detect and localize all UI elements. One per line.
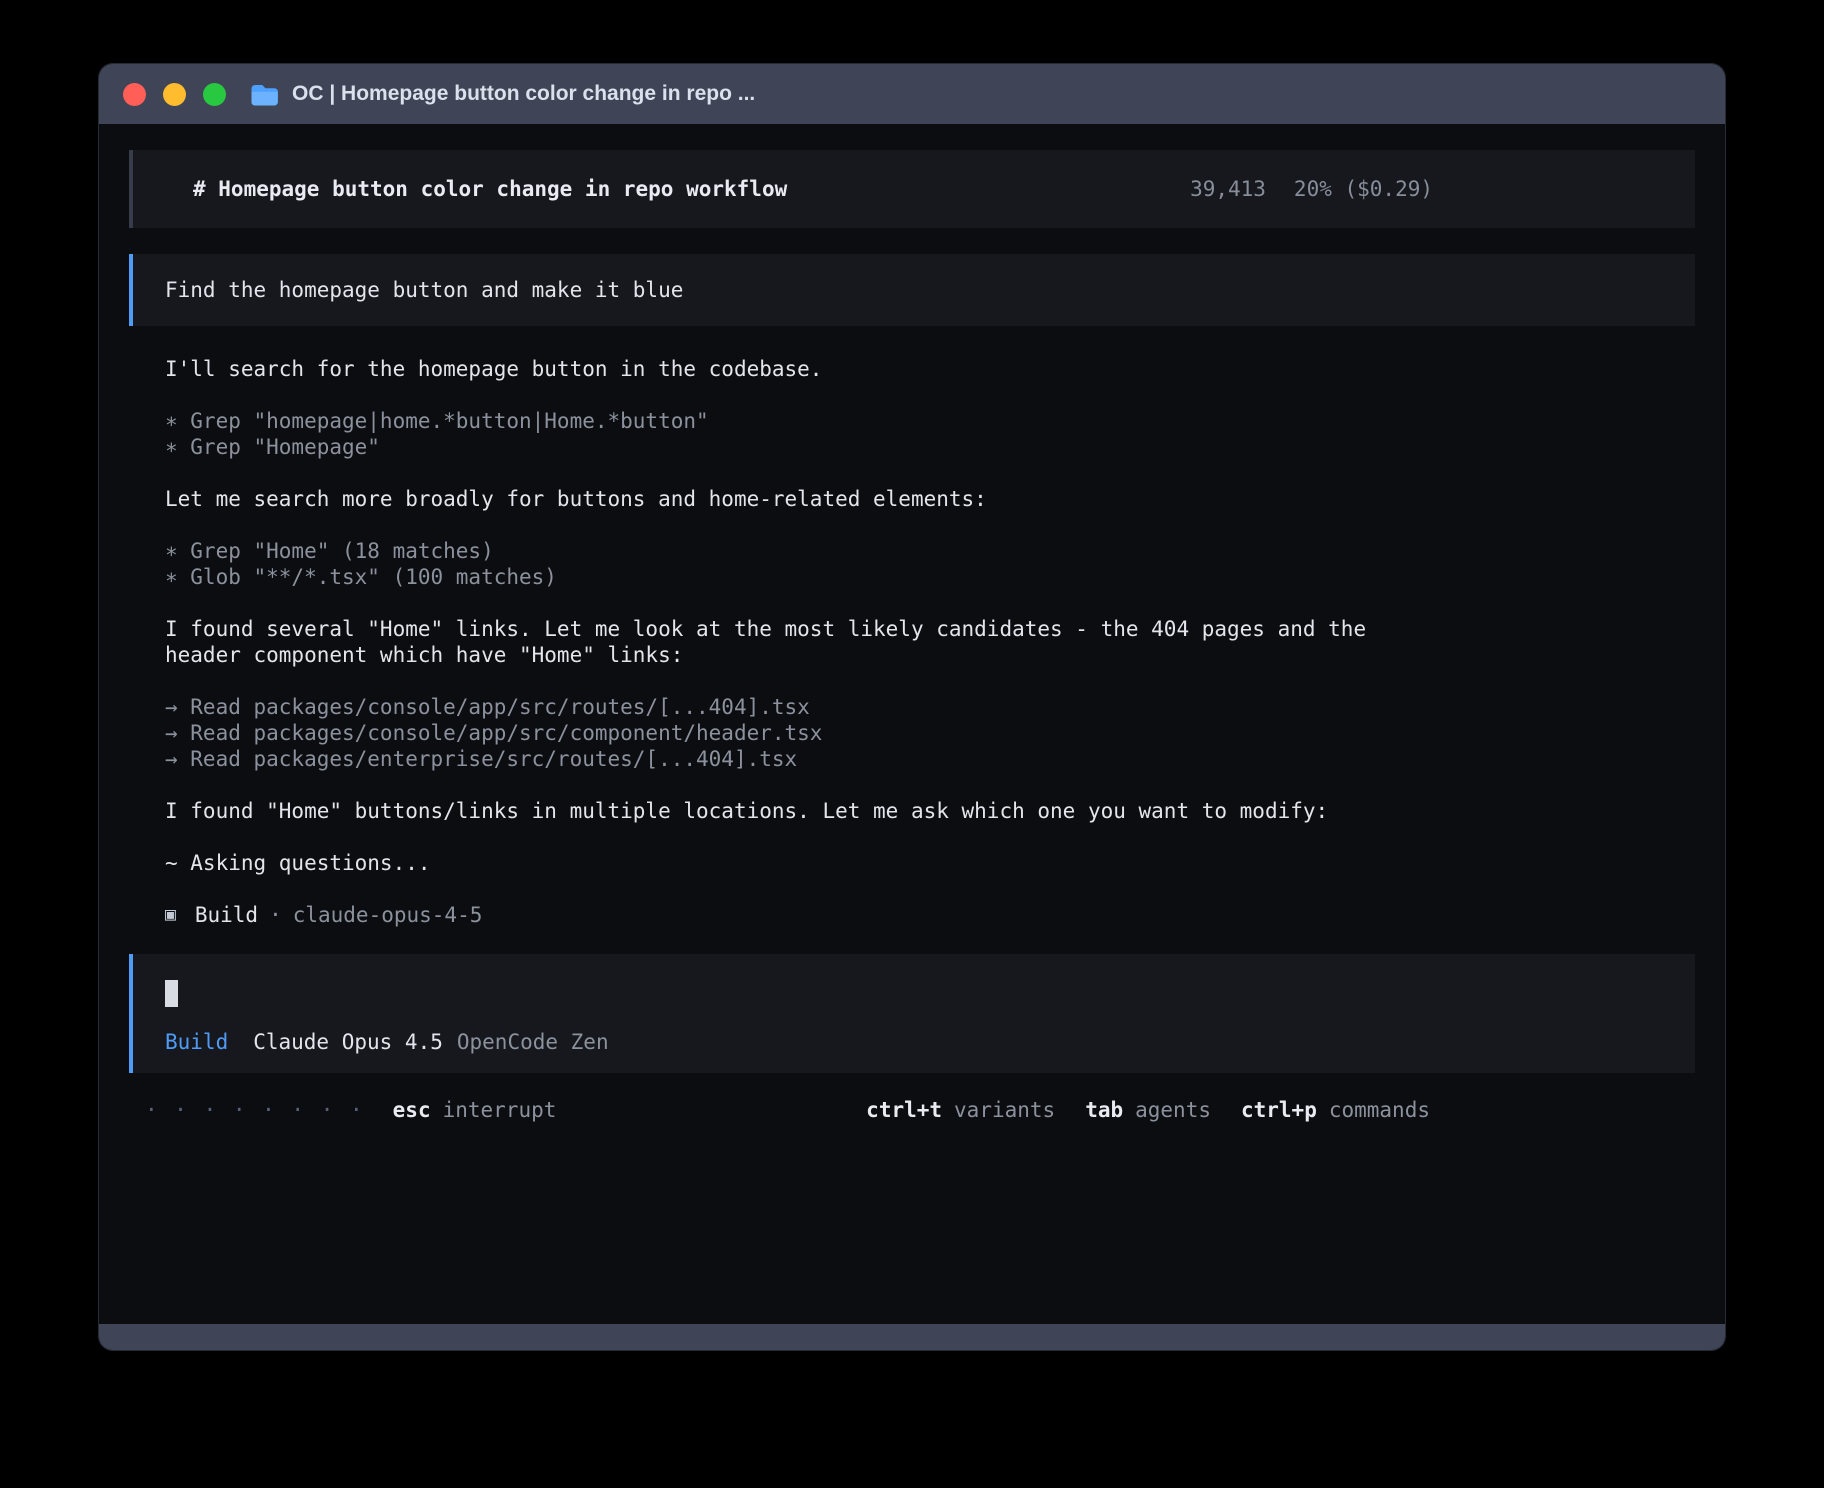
minimize-button[interactable] [163, 83, 186, 106]
esc-key: esc [393, 1097, 431, 1123]
agent-model: claude-opus-4-5 [293, 902, 483, 928]
close-button[interactable] [123, 83, 146, 106]
window-titlebar[interactable]: OC | Homepage button color change in rep… [99, 64, 1725, 124]
tool-call-read: → Read packages/enterprise/src/routes/[.… [165, 746, 1695, 772]
ctrl-t-key: ctrl+t [866, 1097, 942, 1123]
tool-call-grep: ∗ Grep "Home" (18 matches) [165, 538, 1695, 564]
conversation: I'll search for the homepage button in t… [129, 356, 1695, 928]
window-title: OC | Homepage button color change in rep… [292, 82, 755, 106]
agent-icon: ▣ [165, 902, 176, 928]
variants-label: variants [954, 1097, 1055, 1123]
hint-variants: ctrl+t variants [866, 1097, 1055, 1123]
user-message-text: Find the homepage button and make it blu… [165, 277, 683, 303]
context-usage: 20% ($0.29) [1294, 176, 1433, 202]
text-cursor [165, 980, 178, 1007]
traffic-lights [123, 83, 226, 106]
commands-label: commands [1329, 1097, 1430, 1123]
hint-commands: ctrl+p commands [1241, 1097, 1430, 1123]
tab-key: tab [1085, 1097, 1123, 1123]
tool-call-grep: ∗ Grep "Homepage" [165, 434, 1695, 460]
agent-badge: Build [165, 1029, 228, 1055]
token-count: 39,413 [1190, 176, 1266, 202]
assistant-message: I found "Home" buttons/links in multiple… [165, 798, 1695, 824]
agent-separator: · [269, 902, 282, 928]
tool-call-read: → Read packages/console/app/src/routes/[… [165, 694, 1695, 720]
zoom-button[interactable] [203, 83, 226, 106]
session-stats: 39,413 20% ($0.29) [1190, 176, 1433, 202]
hint-agents: tab agents [1085, 1097, 1211, 1123]
status-message: ~ Asking questions... [165, 850, 1695, 876]
assistant-message: I found several "Home" links. Let me loo… [165, 616, 1695, 668]
session-title: # Homepage button color change in repo w… [193, 176, 787, 202]
folder-icon [250, 83, 279, 106]
ctrl-p-key: ctrl+p [1241, 1097, 1317, 1123]
input-meta: Build Claude Opus 4.5 OpenCode Zen [165, 1029, 1695, 1055]
agent-indicator: ▣ Build · claude-opus-4-5 [165, 902, 1695, 928]
spinner-dots: · · · · · · · · [145, 1097, 365, 1123]
terminal-window: OC | Homepage button color change in rep… [99, 64, 1725, 1350]
session-header: # Homepage button color change in repo w… [129, 150, 1695, 228]
tool-call-glob: ∗ Glob "**/*.tsx" (100 matches) [165, 564, 1695, 590]
agents-label: agents [1135, 1097, 1211, 1123]
agent-name: Build [195, 902, 258, 928]
window-title-group: OC | Homepage button color change in rep… [250, 82, 755, 106]
assistant-message: I'll search for the homepage button in t… [165, 356, 1695, 382]
status-bar: · · · · · · · · esc interrupt ctrl+t var… [145, 1097, 1430, 1123]
tool-call-grep: ∗ Grep "homepage|home.*button|Home.*butt… [165, 408, 1695, 434]
terminal-content: # Homepage button color change in repo w… [99, 124, 1725, 1123]
model-name: Claude Opus 4.5 [253, 1029, 443, 1055]
assistant-message: Let me search more broadly for buttons a… [165, 486, 1695, 512]
interrupt-label: interrupt [443, 1097, 557, 1123]
tool-call-read: → Read packages/console/app/src/componen… [165, 720, 1695, 746]
provider-name: OpenCode Zen [457, 1029, 609, 1055]
prompt-input[interactable]: Build Claude Opus 4.5 OpenCode Zen [129, 954, 1695, 1073]
window-footer [99, 1324, 1725, 1350]
user-message: Find the homepage button and make it blu… [129, 254, 1695, 326]
hint-interrupt: esc interrupt [393, 1097, 557, 1123]
